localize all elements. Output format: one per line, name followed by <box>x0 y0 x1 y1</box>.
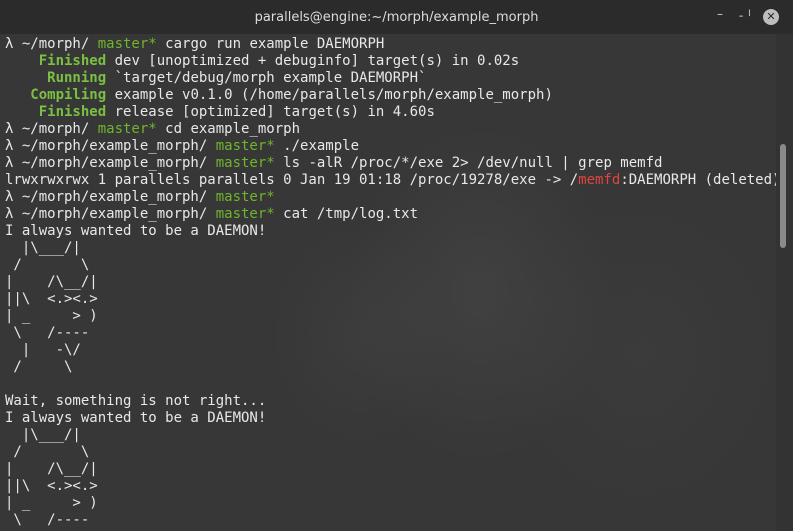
output-text: / \ <box>5 444 90 460</box>
output-text: ||\ <.><.> <box>5 478 98 494</box>
cargo-status-label: Running <box>5 70 107 86</box>
command-text: cargo run example DAEMORPH <box>156 36 385 52</box>
git-branch: master* <box>97 121 157 137</box>
command-text: cd example_morph <box>156 121 301 137</box>
terminal-line: lrwxrwxrwx 1 parallels parallels 0 Jan 1… <box>5 172 776 189</box>
terminal-line: λ ~/morph/example_morph/ master* ls -alR… <box>5 155 776 172</box>
prompt-path: λ ~/morph/example_morph/ <box>5 189 216 205</box>
terminal-line: I always wanted to be a DAEMON! <box>5 410 776 427</box>
terminal-line: / \ <box>5 257 776 274</box>
terminal-line: I always wanted to be a DAEMON! <box>5 223 776 240</box>
git-branch: master* <box>215 138 275 154</box>
cargo-status-text: release [optimized] target(s) in 4.60s <box>106 104 435 120</box>
minimize-icon[interactable]: – <box>712 6 728 22</box>
scrollbar-thumb[interactable] <box>780 144 786 248</box>
output-text: | _ > ) <box>5 495 98 511</box>
terminal-line: λ ~/morph/ master* cargo run example DAE… <box>5 36 776 53</box>
terminal-line: Finished release [optimized] target(s) i… <box>5 104 776 121</box>
ls-output-tail: :DAEMORPH (deleted) <box>620 172 776 188</box>
terminal-line: | /\__/| <box>5 461 776 478</box>
command-text: cat /tmp/log.txt <box>274 206 419 222</box>
output-text: |\___/| <box>5 240 81 256</box>
terminal-line: \ /---- <box>5 325 776 342</box>
git-branch: master* <box>97 36 157 52</box>
output-text: | -\/ <box>5 342 81 358</box>
terminal-line: λ ~/morph/example_morph/ master* <box>5 189 776 206</box>
terminal-line: | _ > ) <box>5 495 776 512</box>
output-text: | _ > ) <box>5 308 98 324</box>
memfd-highlight: memfd <box>578 172 621 188</box>
prompt-path: λ ~/morph/ <box>5 121 98 137</box>
prompt-path: λ ~/morph/example_morph/ <box>5 206 216 222</box>
terminal-line: Wait, something is not right... <box>5 393 776 410</box>
command-text: ./example <box>274 138 360 154</box>
terminal-lines: λ ~/morph/ master* cargo run example DAE… <box>5 36 776 529</box>
git-branch: master* <box>215 155 275 171</box>
output-text: \ /---- <box>5 325 90 341</box>
output-text: Wait, something is not right... <box>5 393 267 409</box>
cargo-status-label: Compiling <box>5 87 107 103</box>
maximize-icon[interactable]: ╴╵ <box>738 9 754 25</box>
title-bar[interactable]: parallels@engine:~/morph/example_morph –… <box>0 0 793 34</box>
prompt-path: λ ~/morph/example_morph/ <box>5 138 216 154</box>
ls-output: lrwxrwxrwx 1 parallels parallels 0 Jan 1… <box>5 172 579 188</box>
cargo-status-text: `target/debug/morph example DAEMORPH` <box>106 70 427 86</box>
output-text: I always wanted to be a DAEMON! <box>5 223 267 239</box>
terminal-line: / \ <box>5 359 776 376</box>
output-text: ||\ <.><.> <box>5 291 98 307</box>
terminal-window: parallels@engine:~/morph/example_morph –… <box>0 0 793 531</box>
close-icon[interactable]: ✕ <box>763 9 779 25</box>
output-text: \ /---- <box>5 512 90 528</box>
terminal-line: | _ > ) <box>5 308 776 325</box>
terminal-line: ||\ <.><.> <box>5 291 776 308</box>
terminal-line: | -\/ <box>5 342 776 359</box>
terminal-line: Finished dev [unoptimized + debuginfo] t… <box>5 53 776 70</box>
terminal-line: Compiling example v0.1.0 (/home/parallel… <box>5 87 776 104</box>
output-text: | /\__/| <box>5 461 98 477</box>
cargo-status-label: Finished <box>5 53 107 69</box>
output-text: I always wanted to be a DAEMON! <box>5 410 267 426</box>
terminal-line: | /\__/| <box>5 274 776 291</box>
prompt-path: λ ~/morph/ <box>5 36 98 52</box>
output-text: / \ <box>5 257 90 273</box>
terminal-line: λ ~/morph/example_morph/ master* ./examp… <box>5 138 776 155</box>
git-branch: master* <box>215 206 275 222</box>
terminal-line: / \ <box>5 444 776 461</box>
output-text: | /\__/| <box>5 274 98 290</box>
terminal-line: Running `target/debug/morph example DAEM… <box>5 70 776 87</box>
terminal-line: λ ~/morph/ master* cd example_morph <box>5 121 776 138</box>
command-text: ls -alR /proc/*/exe 2> /dev/null | grep … <box>274 155 663 171</box>
git-branch: master* <box>215 189 275 205</box>
terminal-line: |\___/| <box>5 240 776 257</box>
terminal-line: \ /---- <box>5 512 776 529</box>
output-text: / \ <box>5 359 73 375</box>
output-text: |\___/| <box>5 427 81 443</box>
terminal-line: ||\ <.><.> <box>5 478 776 495</box>
cargo-status-text: dev [unoptimized + debuginfo] target(s) … <box>106 53 520 69</box>
cargo-status-label: Finished <box>5 104 107 120</box>
window-title: parallels@engine:~/morph/example_morph <box>254 10 539 25</box>
prompt-path: λ ~/morph/example_morph/ <box>5 155 216 171</box>
cargo-status-text: example v0.1.0 (/home/parallels/morph/ex… <box>106 87 553 103</box>
terminal-line: λ ~/morph/example_morph/ master* cat /tm… <box>5 206 776 223</box>
scrollbar[interactable] <box>776 34 793 531</box>
terminal-output[interactable]: λ ~/morph/ master* cargo run example DAE… <box>0 34 776 531</box>
terminal-line: |\___/| <box>5 427 776 444</box>
